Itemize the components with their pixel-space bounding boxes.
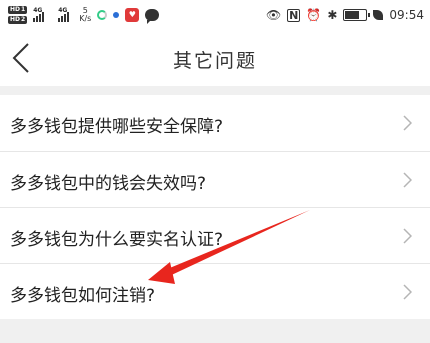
chevron-right-icon	[403, 228, 412, 244]
sync-ring-icon	[97, 10, 108, 20]
chevron-right-icon	[403, 284, 412, 300]
sim-indicators: HD 1 HD 2	[8, 6, 28, 24]
clock-time: 09:54	[389, 8, 424, 22]
navigation-bar: 其它问题	[0, 30, 430, 86]
bluetooth-icon: ✱	[327, 8, 338, 22]
signal-2-icon: 4G	[58, 7, 70, 22]
signal-1-icon: 4G	[33, 7, 45, 22]
network-2-label: 4G	[58, 7, 68, 14]
sim2-label: HD	[10, 16, 21, 23]
nfc-icon: N	[287, 8, 301, 22]
faq-list: 多多钱包提供哪些安全保障? 多多钱包中的钱会失效吗? 多多钱包为什么要实名认证?…	[0, 95, 430, 319]
sim1-label: HD	[10, 6, 21, 13]
sim2-hd-icon: HD 2	[8, 16, 28, 24]
faq-item-label: 多多钱包如何注销?	[10, 286, 156, 306]
faq-item-real-name[interactable]: 多多钱包为什么要实名认证?	[0, 207, 430, 263]
chat-bubble-icon	[145, 9, 160, 24]
faq-item-security[interactable]: 多多钱包提供哪些安全保障?	[0, 95, 430, 151]
faq-item-label: 多多钱包提供哪些安全保障?	[10, 117, 224, 137]
sim1-hd-icon: HD 1	[8, 6, 28, 14]
faq-item-label: 多多钱包中的钱会失效吗?	[10, 174, 207, 194]
faq-item-cancel-account[interactable]: 多多钱包如何注销?	[0, 263, 430, 319]
chevron-right-icon	[403, 172, 412, 188]
network-1-label: 4G	[33, 7, 43, 14]
battery-fill	[345, 11, 360, 19]
status-bar-right: 👁 N ⏰ ✱ 09:54	[266, 6, 424, 24]
status-bar: HD 1 HD 2 4G 4G 5 K/s ♥ 👁 N ⏰ ✱ 09:54	[0, 0, 430, 30]
chevron-right-icon	[403, 115, 412, 131]
faq-item-expiry[interactable]: 多多钱包中的钱会失效吗?	[0, 151, 430, 207]
notification-dot-icon	[113, 12, 120, 18]
faq-item-label: 多多钱包为什么要实名认证?	[10, 230, 224, 250]
network-speed: 5 K/s	[79, 7, 91, 23]
app-notification-icon: ♥	[125, 8, 140, 22]
battery-icon	[343, 9, 371, 21]
power-saving-leaf-icon	[373, 10, 384, 20]
alarm-icon: ⏰	[306, 8, 322, 22]
page-title: 其它问题	[172, 50, 257, 72]
status-bar-left: HD 1 HD 2 4G 4G 5 K/s ♥	[8, 4, 160, 26]
eye-icon: 👁	[265, 8, 282, 22]
network-speed-unit: K/s	[79, 14, 92, 23]
